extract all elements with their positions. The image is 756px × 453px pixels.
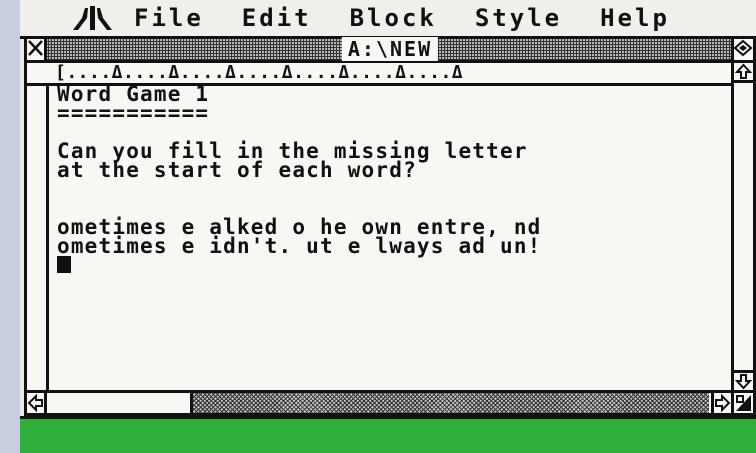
scroll-down-icon[interactable] [734, 370, 753, 390]
window-title: A:\NEW [341, 37, 439, 61]
close-icon[interactable] [27, 39, 47, 60]
document-window: A:\NEW [....Δ....Δ....Δ....Δ....Δ....Δ..… [24, 36, 756, 416]
window-title-bar[interactable]: A:\NEW [27, 37, 753, 63]
menu-bar: File Edit Block Style Help [20, 0, 756, 39]
horizontal-scroll-track[interactable] [193, 393, 709, 413]
desktop-background [20, 416, 756, 453]
atari-fuji-icon[interactable] [70, 4, 116, 32]
ruler-tabs: [....Δ....Δ....Δ....Δ....Δ....Δ....Δ [55, 63, 464, 83]
menu-block[interactable]: Block [350, 4, 437, 32]
cursor-line [57, 256, 723, 275]
menu-help[interactable]: Help [600, 4, 670, 32]
text-line [57, 180, 723, 199]
resize-icon[interactable] [731, 393, 753, 413]
margin-line [46, 86, 49, 390]
menu-edit[interactable]: Edit [242, 4, 312, 32]
text-line: at the start of each word? [57, 158, 417, 182]
fuller-icon[interactable] [731, 39, 753, 60]
vertical-scrollbar[interactable] [731, 63, 753, 390]
photo-border [0, 0, 20, 453]
text-line: =========== [57, 101, 210, 125]
horizontal-scroll-thumb[interactable] [47, 393, 193, 413]
document-text[interactable]: Word Game 1 =========== Can you fill in … [57, 84, 723, 387]
menu-file[interactable]: File [134, 4, 204, 32]
horizontal-scrollbar[interactable] [27, 390, 753, 413]
text-cursor [57, 256, 71, 273]
menu-style[interactable]: Style [475, 4, 562, 32]
text-line: ometimes e idn't. ut e lways ad un! [57, 234, 542, 258]
scroll-left-icon[interactable] [27, 393, 47, 413]
scroll-right-icon[interactable] [711, 393, 731, 413]
scroll-up-icon[interactable] [734, 63, 753, 83]
